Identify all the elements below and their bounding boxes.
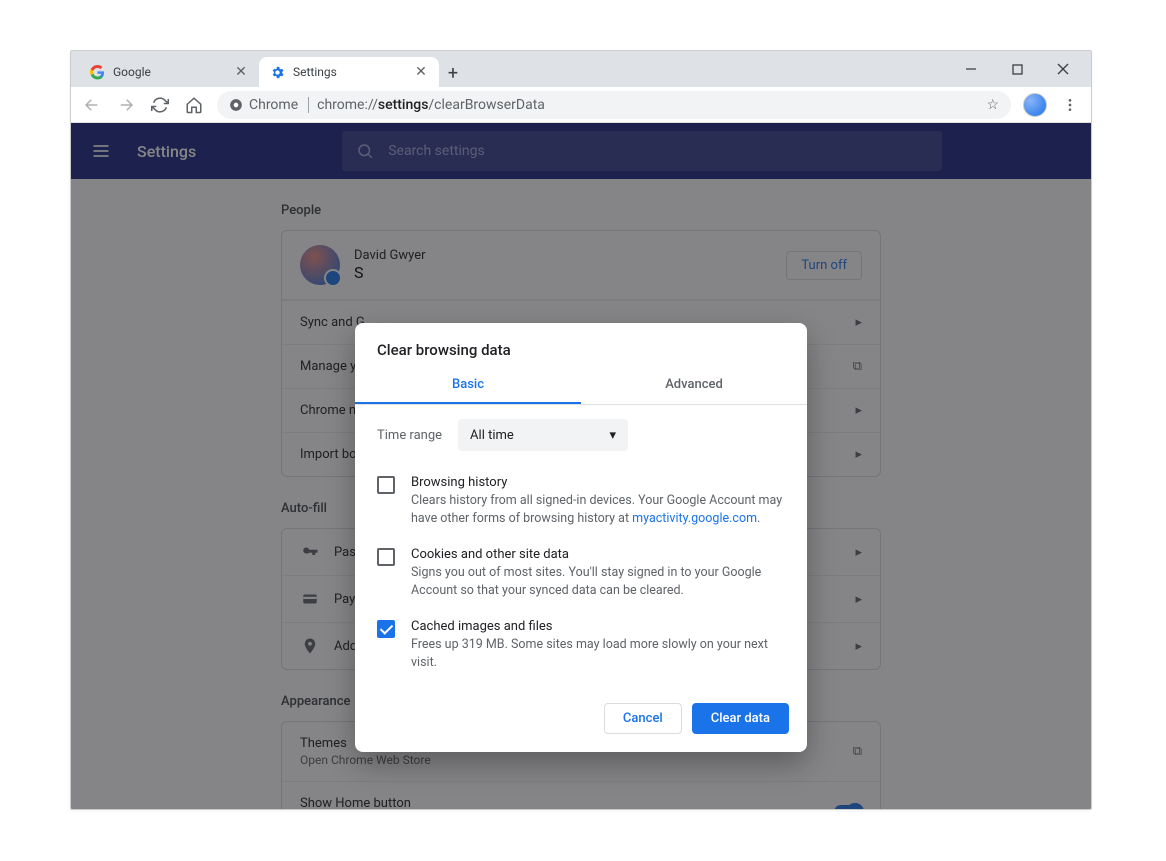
tab-strip: Google ✕ Settings ✕ +	[71, 51, 1091, 87]
close-icon[interactable]: ✕	[413, 64, 429, 80]
cancel-button[interactable]: Cancel	[604, 703, 682, 734]
close-window-button[interactable]	[1049, 55, 1077, 83]
browser-window: Google ✕ Settings ✕ +	[70, 50, 1092, 810]
settings-favicon	[269, 64, 285, 80]
modal-overlay: Clear browsing data Basic Advanced Time …	[71, 123, 1091, 809]
tab-label: Google	[113, 65, 151, 79]
option-title: Cookies and other site data	[411, 547, 785, 562]
option-desc: Signs you out of most sites. You'll stay…	[411, 564, 785, 599]
content-area: Settings People David Gwyer S	[71, 123, 1091, 809]
checkbox[interactable]	[377, 620, 395, 638]
menu-button[interactable]	[1059, 94, 1081, 116]
option-desc: Clears history from all signed-in device…	[411, 492, 785, 527]
chrome-icon	[229, 98, 243, 112]
tab-advanced[interactable]: Advanced	[581, 367, 807, 404]
profile-avatar[interactable]	[1023, 93, 1047, 117]
new-tab-button[interactable]: +	[439, 59, 467, 87]
minimize-button[interactable]	[957, 55, 985, 83]
option-cached: Cached images and files Frees up 319 MB.…	[377, 609, 785, 681]
time-range-value: All time	[470, 428, 514, 443]
option-browsing-history: Browsing history Clears history from all…	[377, 465, 785, 537]
time-range-label: Time range	[377, 428, 442, 443]
reload-button[interactable]	[149, 94, 171, 116]
tab-basic[interactable]: Basic	[355, 367, 581, 404]
option-title: Browsing history	[411, 475, 785, 490]
checkbox[interactable]	[377, 548, 395, 566]
checkbox[interactable]	[377, 476, 395, 494]
chevron-down-icon: ▾	[610, 428, 617, 443]
clear-data-button[interactable]: Clear data	[692, 703, 789, 734]
omnibox[interactable]: Chrome chrome://settings/clearBrowserDat…	[217, 91, 1011, 119]
close-icon[interactable]: ✕	[233, 64, 249, 80]
url-text: chrome://settings/clearBrowserData	[317, 97, 545, 113]
maximize-button[interactable]	[1003, 55, 1031, 83]
back-button[interactable]	[81, 94, 103, 116]
star-icon[interactable]: ☆	[986, 97, 999, 113]
clear-data-dialog: Clear browsing data Basic Advanced Time …	[355, 323, 807, 752]
tab-label: Settings	[293, 65, 337, 79]
option-desc: Frees up 319 MB. Some sites may load mor…	[411, 636, 785, 671]
activity-link[interactable]: myactivity.google.com	[632, 511, 757, 526]
forward-button[interactable]	[115, 94, 137, 116]
time-range-select[interactable]: All time ▾	[458, 419, 628, 451]
chrome-label: Chrome	[249, 97, 298, 113]
option-cookies: Cookies and other site data Signs you ou…	[377, 537, 785, 609]
tab-google[interactable]: Google ✕	[79, 57, 259, 87]
tab-settings[interactable]: Settings ✕	[259, 57, 439, 87]
option-title: Cached images and files	[411, 619, 785, 634]
google-favicon	[89, 64, 105, 80]
dialog-tabs: Basic Advanced	[355, 367, 807, 405]
dialog-title: Clear browsing data	[355, 323, 807, 367]
toolbar: Chrome chrome://settings/clearBrowserDat…	[71, 87, 1091, 123]
home-button[interactable]	[183, 94, 205, 116]
